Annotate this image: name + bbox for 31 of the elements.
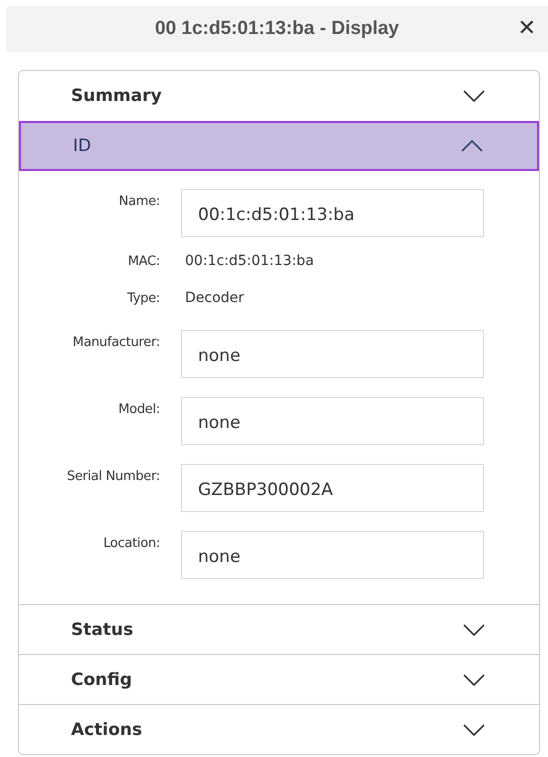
section-title: Summary	[71, 86, 162, 106]
section-title: Status	[71, 620, 134, 640]
chevron-down-icon	[463, 724, 485, 736]
input-field[interactable]: none	[181, 397, 484, 445]
section-title: Config	[71, 670, 132, 690]
field-label: Location:	[102, 535, 160, 551]
field-label: Type:	[126, 290, 160, 306]
section-header[interactable]: ID	[19, 121, 539, 171]
section-header[interactable]: Config	[19, 654, 539, 704]
field-label: Serial Number:	[66, 468, 160, 484]
input-field[interactable]: none	[181, 531, 484, 579]
close-button[interactable]: ✕	[514, 16, 540, 41]
field-value: Decoder	[185, 290, 244, 306]
field-label: MAC:	[126, 254, 160, 268]
section-title: Actions	[71, 720, 142, 740]
section-header[interactable]: Summary	[19, 71, 539, 121]
chevron-up-icon	[461, 140, 483, 152]
window-title: 00 1c:d5:01:13:ba - Display	[155, 18, 399, 40]
input-field[interactable]: GZBBP300002A	[181, 464, 484, 512]
section-header[interactable]: Actions	[19, 704, 539, 754]
field-value: 00:1c:d5:01:13:ba	[185, 253, 314, 269]
field-label: Name:	[118, 193, 160, 209]
input-field[interactable]: none	[181, 330, 484, 378]
field-label: Model:	[117, 401, 160, 417]
chevron-down-icon	[463, 624, 485, 636]
field-label: Manufacturer:	[72, 334, 160, 350]
chevron-down-icon	[463, 674, 485, 686]
chevron-down-icon	[463, 90, 485, 102]
section-title: ID	[73, 136, 92, 156]
section-header[interactable]: Status	[19, 604, 539, 654]
input-field[interactable]: 00:1c:d5:01:13:ba	[181, 189, 484, 237]
